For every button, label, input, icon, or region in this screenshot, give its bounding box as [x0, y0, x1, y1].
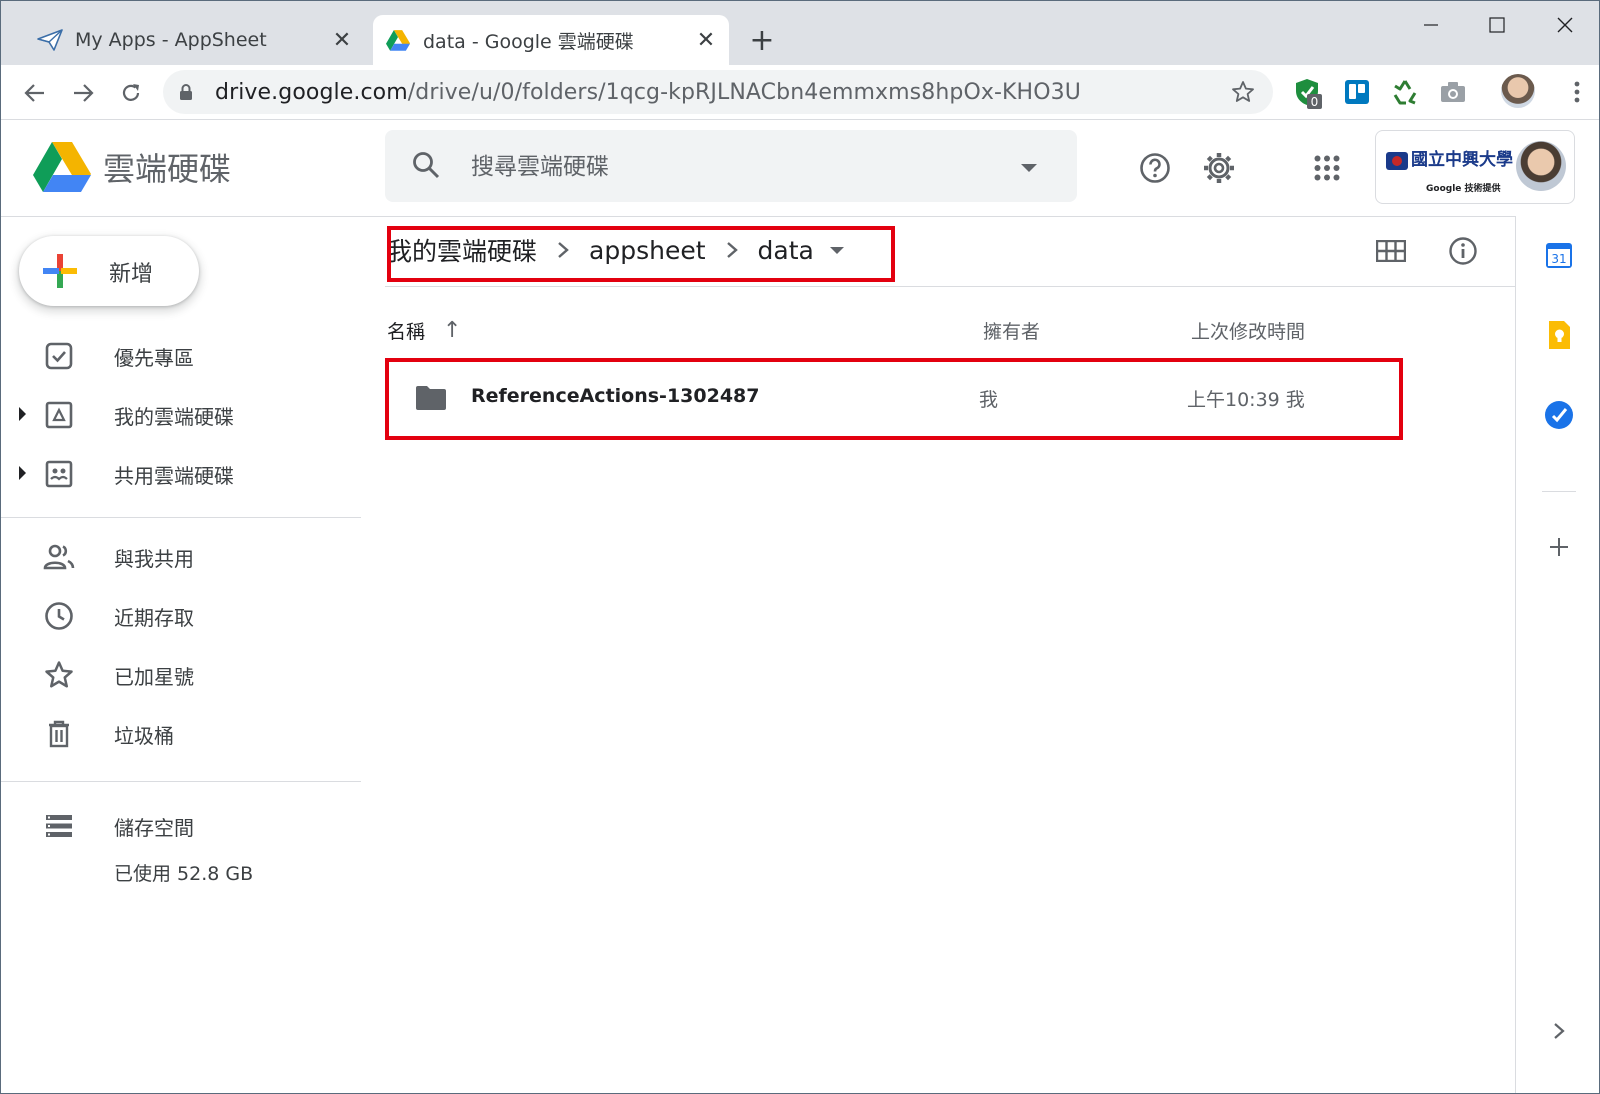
account-switcher[interactable]: 國立中興大學 Google 技術提供	[1375, 130, 1575, 204]
forward-arrow-icon[interactable]	[63, 73, 103, 113]
school-name: 國立中興大學	[1411, 150, 1513, 170]
search-options-dropdown-icon[interactable]	[1021, 164, 1037, 172]
settings-gear-icon[interactable]	[1199, 148, 1239, 188]
school-seal-icon	[1386, 151, 1408, 170]
storage-icon	[43, 810, 75, 842]
search-input[interactable]	[469, 144, 993, 190]
sidebar-item-label: 我的雲端硬碟	[114, 405, 234, 429]
reload-icon[interactable]	[111, 73, 151, 113]
drive-header: 雲端硬碟 國立中興大學 Google 技術提供	[1, 120, 1599, 217]
close-tab-icon[interactable]: ✕	[691, 25, 721, 55]
tab-title: data - Google 雲端硬碟	[423, 30, 634, 53]
camera-icon[interactable]	[1437, 76, 1469, 108]
sidebar-item-starred[interactable]: 已加星號	[1, 645, 361, 703]
shared-with-me-icon	[43, 541, 75, 573]
bookmark-star-icon[interactable]	[1231, 80, 1255, 108]
side-panel: 31	[1515, 216, 1599, 1093]
google-drive-icon	[385, 27, 411, 53]
sidebar-item-storage[interactable]: 儲存空間	[1, 796, 361, 854]
tab-appsheet[interactable]: My Apps - AppSheet ✕	[25, 15, 365, 65]
apps-grid-icon[interactable]	[1307, 148, 1347, 188]
column-header-owner: 擁有者	[983, 321, 1041, 343]
storage-used-text: 已使用 52.8 GB	[114, 863, 254, 885]
google-drive-logo[interactable]	[33, 140, 91, 192]
expand-arrow-icon[interactable]	[19, 466, 26, 480]
search-box[interactable]	[385, 130, 1077, 202]
url-host: drive.google.com	[215, 79, 408, 105]
maximize-window-icon[interactable]	[1467, 7, 1527, 43]
sidebar-item-label: 近期存取	[114, 606, 194, 630]
google-tasks-icon[interactable]	[1544, 400, 1574, 430]
sidebar-item-label: 垃圾桶	[114, 724, 174, 748]
lock-icon	[179, 83, 201, 101]
sort-ascending-arrow-icon[interactable]: ↑	[443, 318, 461, 343]
account-avatar	[1516, 141, 1566, 191]
sidebar-divider	[1, 781, 361, 782]
sidebar-item-label: 已加星號	[114, 665, 194, 689]
tab-title: My Apps - AppSheet	[75, 29, 267, 51]
info-icon[interactable]	[1443, 231, 1483, 271]
browser-toolbar: drive.google.com/drive/u/0/folders/1qcg-…	[1, 65, 1599, 120]
new-button-label: 新增	[109, 262, 154, 287]
tab-drive-data[interactable]: data - Google 雲端硬碟 ✕	[373, 15, 729, 65]
new-tab-button[interactable]: +	[745, 23, 779, 58]
appsheet-paper-plane-icon	[37, 27, 63, 53]
address-bar[interactable]: drive.google.com/drive/u/0/folders/1qcg-…	[163, 70, 1273, 114]
more-menu-icon[interactable]	[1561, 76, 1593, 108]
sidebar-item-label: 儲存空間	[114, 816, 194, 840]
folder-row-highlight-box	[385, 358, 1403, 440]
calendar-day: 31	[1551, 252, 1566, 266]
shared-drives-icon	[43, 458, 75, 490]
column-header-name[interactable]: 名稱 ↑	[387, 317, 461, 344]
breadcrumb-highlight-box	[387, 226, 895, 282]
back-arrow-icon[interactable]	[15, 73, 55, 113]
collapse-panel-chevron-icon[interactable]	[1544, 1016, 1574, 1046]
tab-strip: My Apps - AppSheet ✕ data - Google 雲端硬碟 …	[1, 1, 1599, 65]
side-panel-divider	[1542, 491, 1576, 492]
google-keep-icon[interactable]	[1544, 320, 1574, 350]
sidebar-item-shared-drives[interactable]: 共用雲端硬碟	[1, 444, 361, 502]
close-tab-icon[interactable]: ✕	[327, 25, 357, 55]
product-title[interactable]: 雲端硬碟	[103, 144, 231, 190]
minimize-window-icon[interactable]	[1401, 7, 1461, 43]
my-drive-icon	[43, 399, 75, 431]
sidebar-item-label: 與我共用	[114, 547, 194, 571]
browser-window: My Apps - AppSheet ✕ data - Google 雲端硬碟 …	[0, 0, 1600, 1094]
sidebar-item-my-drive[interactable]: 我的雲端硬碟	[1, 385, 361, 443]
sidebar-item-shared-with-me[interactable]: 與我共用	[1, 527, 361, 585]
trash-icon	[43, 718, 75, 750]
colorful-plus-icon	[43, 254, 77, 288]
url-path: /drive/u/0/folders/1qcg-kpRJLNACbn4emmxm…	[407, 79, 1081, 105]
clock-icon	[43, 600, 75, 632]
sidebar-divider	[1, 517, 361, 518]
recycle-icon[interactable]	[1389, 76, 1421, 108]
sidebar-item-trash[interactable]: 垃圾桶	[1, 704, 361, 762]
trello-icon[interactable]	[1341, 76, 1373, 108]
column-header-modified[interactable]: 上次修改時間	[1191, 317, 1305, 344]
shield-extension-icon[interactable]: 0	[1291, 76, 1323, 109]
sidebar-item-recent[interactable]: 近期存取	[1, 586, 361, 644]
extension-badge: 0	[1307, 94, 1322, 109]
priority-check-icon	[43, 340, 75, 372]
new-button[interactable]: 新增	[19, 236, 199, 306]
column-header-name-label: 名稱	[387, 321, 426, 343]
add-addon-plus-icon[interactable]	[1544, 532, 1574, 562]
grid-view-icon[interactable]	[1371, 231, 1411, 271]
help-icon[interactable]	[1135, 148, 1175, 188]
sidebar-item-priority[interactable]: 優先專區	[1, 326, 361, 384]
close-window-icon[interactable]	[1535, 7, 1595, 43]
star-icon	[43, 659, 75, 691]
school-logo: 國立中興大學	[1386, 145, 1513, 170]
account-provider-text: Google 技術提供	[1426, 184, 1501, 194]
url-text: drive.google.com/drive/u/0/folders/1qcg-…	[215, 80, 1081, 105]
expand-arrow-icon[interactable]	[19, 407, 26, 421]
sidebar-item-label: 優先專區	[114, 346, 194, 370]
search-icon[interactable]	[411, 150, 441, 184]
sidebar-item-label: 共用雲端硬碟	[114, 464, 234, 488]
google-calendar-icon[interactable]: 31	[1544, 240, 1574, 270]
profile-avatar[interactable]	[1501, 74, 1535, 108]
